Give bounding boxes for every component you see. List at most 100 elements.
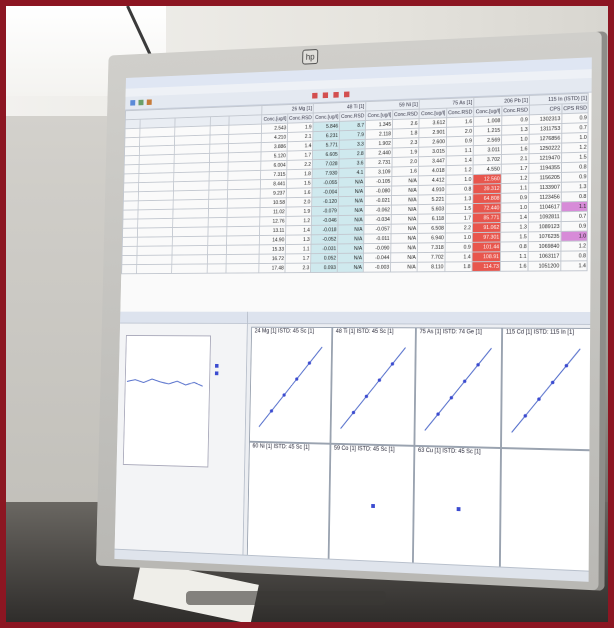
value-cell[interactable]: 64.808 [472,193,502,204]
value-cell[interactable]: 1069840 [528,241,561,252]
value-cell[interactable]: 6.940 [417,232,446,243]
value-cell[interactable]: 85.771 [472,212,501,223]
sample-cell[interactable] [207,235,227,246]
sample-cell[interactable] [137,227,173,238]
value-cell[interactable]: 4.910 [418,184,446,196]
sample-cell[interactable] [136,255,173,265]
value-cell[interactable]: 1.0 [500,202,529,213]
value-cell[interactable]: 14.90 [259,235,286,245]
toolbar-icon-4[interactable] [312,92,318,99]
value-cell[interactable]: N/A [390,233,418,244]
value-cell[interactable]: 1089123 [528,221,562,232]
value-cell[interactable]: 39.312 [472,183,502,194]
value-cell[interactable]: 0.8 [500,241,529,252]
value-cell[interactable]: 5.603 [417,204,446,215]
calibration-plot[interactable]: 48 Ti [1] ISTD: 45 Sc [1] [330,327,416,446]
value-cell[interactable]: 0.8 [560,250,588,262]
value-cell[interactable]: 1.1 [285,244,311,254]
calibration-plot[interactable]: 75 As [1] ISTD: 74 Ge [1] [414,327,503,449]
value-cell[interactable]: 11.02 [259,207,287,217]
value-cell[interactable]: 10.58 [260,197,287,208]
value-cell[interactable]: -0.018 [311,224,338,235]
sample-cell[interactable] [123,200,139,211]
value-cell[interactable]: 2.0 [286,197,312,208]
value-cell[interactable]: 1.0 [445,174,473,185]
value-cell[interactable]: 0.8 [561,161,589,173]
value-cell[interactable]: N/A [338,205,365,216]
value-cell[interactable]: 1063117 [527,251,561,262]
sample-cell[interactable] [209,152,229,163]
sample-cell[interactable] [172,226,209,237]
sample-cell[interactable] [209,162,229,172]
value-cell[interactable]: N/A [391,214,418,225]
value-cell[interactable]: 1.0 [560,231,588,242]
calibration-plot[interactable] [499,448,591,574]
value-cell[interactable]: 0.7 [561,211,588,222]
value-cell[interactable]: 15.33 [259,244,286,255]
value-cell[interactable]: 12.76 [259,216,286,227]
sample-cell[interactable] [208,180,228,191]
sample-cell[interactable] [208,217,228,227]
sample-cell[interactable] [207,254,227,264]
value-cell[interactable]: 114.73 [471,261,501,272]
value-cell[interactable]: N/A [390,252,418,263]
value-cell[interactable]: 6.118 [417,213,446,224]
value-cell[interactable]: -0.080 [364,186,392,197]
value-cell[interactable]: 1.7 [285,253,311,264]
value-cell[interactable]: 72.440 [472,203,501,214]
value-cell[interactable]: 108.91 [472,251,501,262]
value-cell[interactable]: N/A [337,262,364,273]
value-cell[interactable]: -0.079 [311,206,339,216]
value-cell[interactable]: N/A [338,196,365,207]
value-cell[interactable]: -0.031 [310,243,338,254]
sample-cell[interactable] [172,245,208,256]
sample-cell[interactable] [123,191,139,202]
value-cell[interactable]: 0.093 [310,262,338,273]
value-cell[interactable]: -0.062 [364,205,392,216]
value-cell[interactable]: -0.011 [363,233,392,244]
value-cell[interactable]: 17.48 [258,263,286,273]
value-cell[interactable]: -0.003 [363,262,391,273]
value-cell[interactable]: 1.3 [561,181,589,193]
sample-cell[interactable] [124,137,140,147]
value-cell[interactable]: 1092811 [528,211,562,223]
value-cell[interactable]: N/A [391,195,419,206]
value-cell[interactable]: 1.4 [285,225,312,236]
sample-cell[interactable] [226,254,260,264]
sample-cell[interactable] [137,236,173,247]
calibration-plot[interactable]: 59 Co [1] ISTD: 45 Sc [1] [328,443,415,566]
value-cell[interactable]: N/A [391,185,419,196]
value-cell[interactable]: -0.046 [311,215,339,226]
value-cell[interactable]: 1.4 [444,252,473,262]
value-cell[interactable]: 1076235 [528,231,561,242]
value-cell[interactable]: 0.9 [500,192,529,204]
value-cell[interactable]: -0.090 [363,243,391,254]
sample-cell[interactable] [226,226,260,236]
value-cell[interactable]: 1.9 [285,206,312,217]
value-cell[interactable]: 0.8 [445,184,473,195]
value-cell[interactable]: -0.057 [363,224,392,235]
value-cell[interactable]: 0.9 [445,242,473,253]
sample-cell[interactable] [208,189,228,200]
sample-cell[interactable] [122,246,138,256]
value-cell[interactable]: -0.120 [311,196,339,207]
value-cell[interactable]: 1.0 [445,232,473,243]
value-cell[interactable]: 1.2 [285,215,312,226]
value-cell[interactable]: 6.508 [417,223,446,234]
sample-cell[interactable] [136,245,173,256]
toolbar-icon-1[interactable] [130,100,136,106]
sample-cell[interactable] [124,155,140,165]
value-cell[interactable]: -0.034 [363,214,392,225]
value-cell[interactable]: 1.5 [500,231,529,242]
calibration-plot[interactable]: 115 Cd [1] ISTD: 115 In [1] [501,327,592,451]
value-cell[interactable]: 1.8 [444,261,473,272]
value-cell[interactable]: N/A [337,215,365,225]
value-cell[interactable]: 13.11 [259,225,286,236]
sample-cell[interactable] [122,228,138,238]
value-cell[interactable]: N/A [390,262,418,273]
value-cell[interactable]: 2.3 [284,263,311,273]
value-cell[interactable]: N/A [337,224,364,235]
value-cell[interactable]: 0.8 [561,191,588,202]
sample-cell[interactable] [172,236,208,246]
sample-cell[interactable] [208,198,228,209]
